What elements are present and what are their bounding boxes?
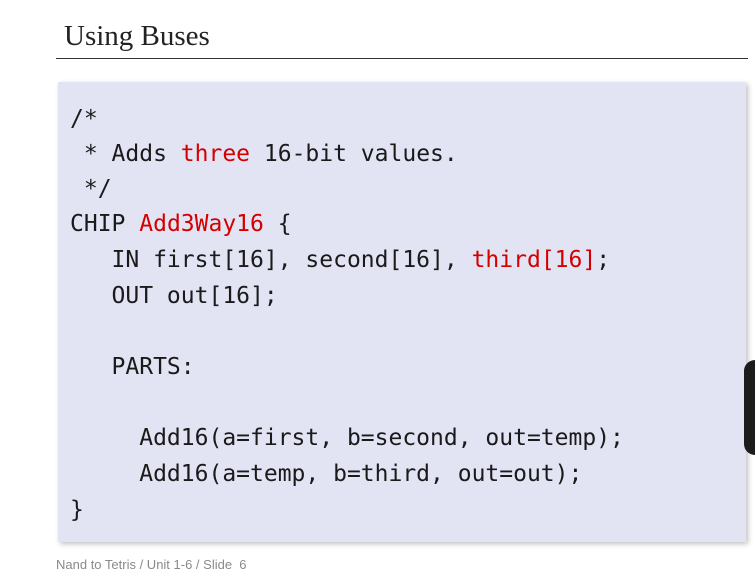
slide-footer: Nand to Tetris / Unit 1-6 / Slide 6	[56, 557, 247, 572]
code-part-2-line: Add16(a=temp, b=third, out=out);	[70, 461, 583, 487]
code-close-brace: }	[70, 497, 84, 523]
title-divider	[56, 58, 748, 59]
code-chip-brace: {	[263, 211, 292, 237]
code-block: /* * Adds three 16-bit values. */ CHIP A…	[58, 82, 746, 542]
presenter-silhouette	[744, 360, 755, 455]
slide: Using Buses /* * Adds three 16-bit value…	[0, 0, 755, 587]
code-in-prefix: IN first[16], second[16],	[70, 247, 472, 273]
code-parts-line: PARTS:	[70, 354, 195, 380]
code-in-line: IN first[16], second[16], third[16];	[70, 245, 611, 275]
code-comment-line: * Adds three 16-bit values.	[70, 139, 458, 169]
code-comment-suffix: 16-bit values.	[250, 141, 458, 167]
code-comment-prefix: * Adds	[70, 141, 181, 167]
code-comment-close: */	[70, 176, 112, 202]
code-comment-open: /*	[70, 106, 98, 132]
slide-title: Using Buses	[64, 20, 210, 52]
code-out-line: OUT out[16];	[70, 283, 278, 309]
code-part-1-line: Add16(a=first, b=second, out=temp);	[70, 425, 624, 451]
code-chip-keyword: CHIP	[70, 211, 140, 237]
code-chip-declaration: CHIP Add3Way16 {	[70, 209, 292, 239]
code-comment-highlight: three	[180, 141, 251, 167]
code-in-suffix: ;	[596, 247, 611, 273]
code-in-highlight: third[16]	[471, 247, 597, 273]
code-chip-name: Add3Way16	[139, 211, 264, 237]
